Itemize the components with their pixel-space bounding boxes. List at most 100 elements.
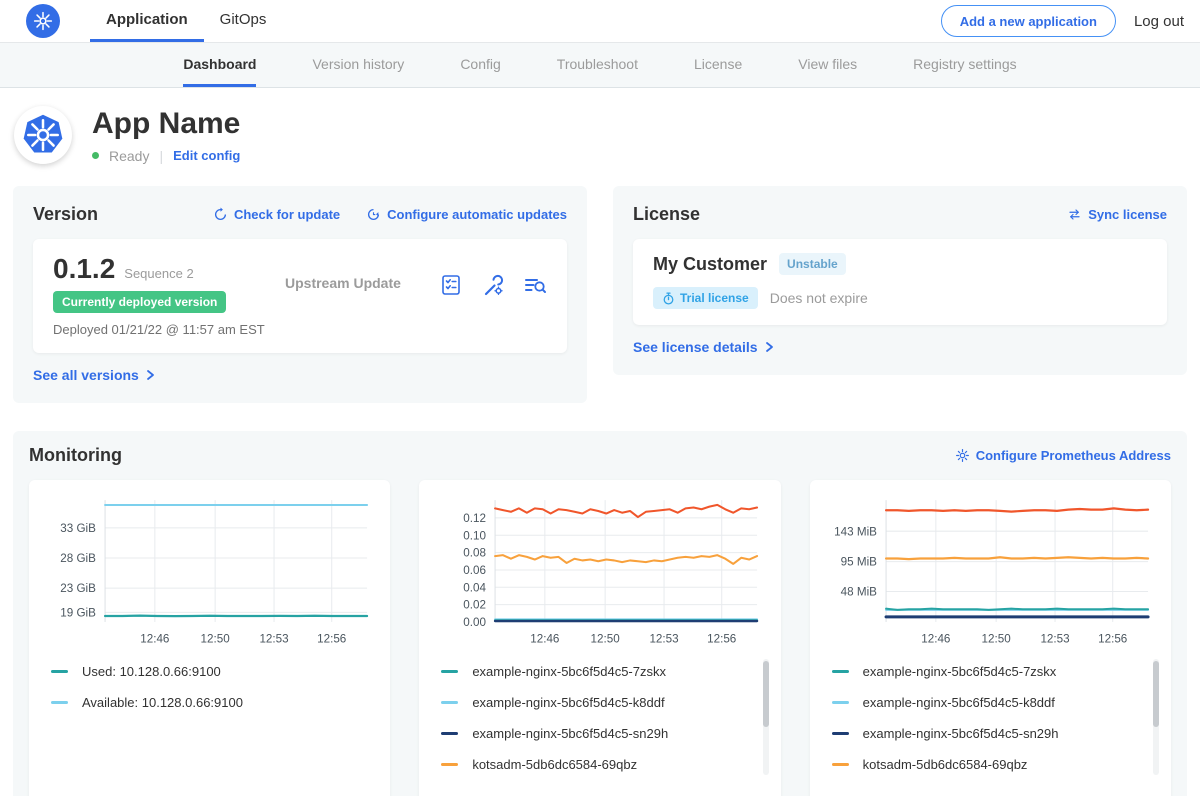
edit-config-link[interactable]: Edit config: [173, 148, 240, 163]
configure-prometheus-link[interactable]: Configure Prometheus Address: [955, 448, 1171, 463]
svg-text:0.02: 0.02: [464, 599, 487, 612]
view-files-diff-icon[interactable]: [523, 273, 547, 337]
series-color-dash: [832, 763, 849, 766]
disk-usage-legend: Used: 10.128.0.66:9100 Available: 10.128…: [41, 656, 378, 781]
check-for-update-link[interactable]: Check for update: [213, 207, 340, 222]
chevron-right-icon: [144, 369, 156, 381]
svg-text:95 MiB: 95 MiB: [840, 556, 877, 569]
scrollbar-thumb[interactable]: [1153, 661, 1159, 727]
tab-license[interactable]: License: [694, 43, 742, 87]
app-sub-nav: Dashboard Version history Config Trouble…: [0, 43, 1200, 88]
series-color-dash: [51, 701, 68, 704]
svg-text:143 MiB: 143 MiB: [834, 525, 877, 538]
legend-label: kotsadm-5db6dc6584-69qbz: [472, 757, 637, 772]
legend-label: Available: 10.128.0.66:9100: [82, 695, 243, 710]
tab-config[interactable]: Config: [460, 43, 500, 87]
app-header: App Name Ready | Edit config: [0, 88, 1200, 186]
release-notes-icon[interactable]: [439, 273, 463, 337]
svg-text:0.10: 0.10: [464, 529, 487, 542]
series-color-dash: [441, 763, 458, 766]
legend-item: example-nginx-5bc6f5d4c5-sn29h: [441, 718, 764, 749]
stopwatch-icon: [662, 292, 675, 305]
series-color-dash: [832, 701, 849, 704]
ready-status-dot: [92, 152, 99, 159]
svg-text:33 GiB: 33 GiB: [60, 522, 96, 535]
svg-text:12:50: 12:50: [591, 632, 621, 645]
app-kubernetes-icon: [14, 106, 72, 164]
version-title: Version: [33, 204, 98, 225]
version-panel: Version Check for update Configure au: [13, 186, 587, 403]
legend-label: example-nginx-5bc6f5d4c5-sn29h: [472, 726, 668, 741]
svg-text:12:53: 12:53: [1040, 632, 1069, 645]
svg-text:12:50: 12:50: [981, 632, 1011, 645]
memory-usage-card: 143 MiB95 MiB48 MiB12:4612:5012:5312:56 …: [810, 480, 1171, 796]
see-license-details-link[interactable]: See license details: [633, 339, 775, 355]
charts-row: 33 GiB28 GiB23 GiB19 GiB12:4612:5012:531…: [29, 480, 1171, 796]
sync-license-link[interactable]: Sync license: [1067, 207, 1167, 222]
legend-item: example-nginx-5bc6f5d4c5-7zskx: [441, 656, 764, 687]
tab-application[interactable]: Application: [90, 0, 204, 42]
legend-label: Used: 10.128.0.66:9100: [82, 664, 221, 679]
svg-text:12:56: 12:56: [317, 632, 346, 645]
memory-usage-chart: 143 MiB 95 MiB 48 MiB 12:46 12:50 12:53 12:56: [822, 492, 1159, 646]
svg-text:12:56: 12:56: [1098, 632, 1127, 645]
series-color-dash: [832, 670, 849, 673]
legend-item: Used: 10.128.0.66:9100: [51, 656, 374, 687]
svg-text:28 GiB: 28 GiB: [60, 552, 96, 565]
top-nav: Application GitOps Add a new application…: [0, 0, 1200, 43]
clock-refresh-icon: [366, 207, 381, 222]
app-title-block: App Name Ready | Edit config: [92, 107, 240, 164]
configure-automatic-updates-link[interactable]: Configure automatic updates: [366, 207, 567, 222]
license-detail-card: My Customer Unstable Trial license Does …: [633, 239, 1167, 325]
trial-license-badge: Trial license: [653, 287, 758, 309]
series-color-dash: [51, 670, 68, 673]
logout-button[interactable]: Log out: [1134, 13, 1184, 30]
ready-status-label: Ready: [109, 148, 149, 164]
tab-dashboard[interactable]: Dashboard: [183, 43, 256, 87]
legend-item: example-nginx-5bc6f5d4c5-k8ddf: [441, 687, 764, 718]
page-title: App Name: [92, 107, 240, 141]
memory-usage-legend: example-nginx-5bc6f5d4c5-7zskx example-n…: [822, 656, 1159, 781]
svg-text:12:50: 12:50: [201, 632, 231, 645]
see-all-versions-link[interactable]: See all versions: [33, 367, 156, 383]
svg-text:12:53: 12:53: [650, 632, 679, 645]
license-title: License: [633, 204, 700, 225]
chevron-right-icon: [763, 341, 775, 353]
disk-usage-card: 33 GiB28 GiB23 GiB19 GiB12:4612:5012:531…: [29, 480, 390, 796]
tab-gitops[interactable]: GitOps: [204, 0, 283, 42]
tab-view-files[interactable]: View files: [798, 43, 857, 87]
app-status-row: Ready | Edit config: [92, 148, 240, 164]
svg-text:12:46: 12:46: [140, 632, 169, 645]
svg-text:48 MiB: 48 MiB: [840, 586, 877, 599]
svg-text:12:46: 12:46: [531, 632, 560, 645]
legend-label: example-nginx-5bc6f5d4c5-7zskx: [863, 664, 1057, 679]
legend-label: kotsadm-5db6dc6584-69qbz: [863, 757, 1028, 772]
series-color-dash: [441, 701, 458, 704]
add-application-button[interactable]: Add a new application: [941, 5, 1116, 37]
scrollbar-thumb[interactable]: [763, 661, 769, 727]
tab-version-history[interactable]: Version history: [312, 43, 404, 87]
chart-title: Memory Usage: [822, 781, 1159, 796]
series-color-dash: [441, 732, 458, 735]
license-expiry: Does not expire: [770, 290, 868, 306]
sync-arrows-icon: [1067, 207, 1082, 222]
svg-text:12:46: 12:46: [921, 632, 950, 645]
legend-item: example-nginx-5bc6f5d4c5-7zskx: [832, 656, 1155, 687]
legend-item: example-nginx-5bc6f5d4c5-k8ddf: [832, 687, 1155, 718]
refresh-icon: [213, 207, 228, 222]
svg-text:0.00: 0.00: [464, 616, 487, 629]
version-sequence: Sequence 2: [124, 266, 193, 281]
edit-config-icon[interactable]: [481, 273, 505, 337]
series-color-dash: [441, 670, 458, 673]
legend-scrollbar[interactable]: [1153, 659, 1159, 775]
top-nav-right: Add a new application Log out: [941, 0, 1200, 42]
chart-title: CPU Usage: [431, 781, 768, 796]
monitoring-title: Monitoring: [29, 445, 122, 466]
tab-registry-settings[interactable]: Registry settings: [913, 43, 1016, 87]
customer-name: My Customer: [653, 254, 767, 275]
legend-item: Available: 10.128.0.66:9100: [51, 687, 374, 718]
legend-scrollbar[interactable]: [763, 659, 769, 775]
svg-text:0.08: 0.08: [464, 547, 487, 560]
tab-troubleshoot[interactable]: Troubleshoot: [557, 43, 638, 87]
legend-label: example-nginx-5bc6f5d4c5-k8ddf: [472, 695, 664, 710]
